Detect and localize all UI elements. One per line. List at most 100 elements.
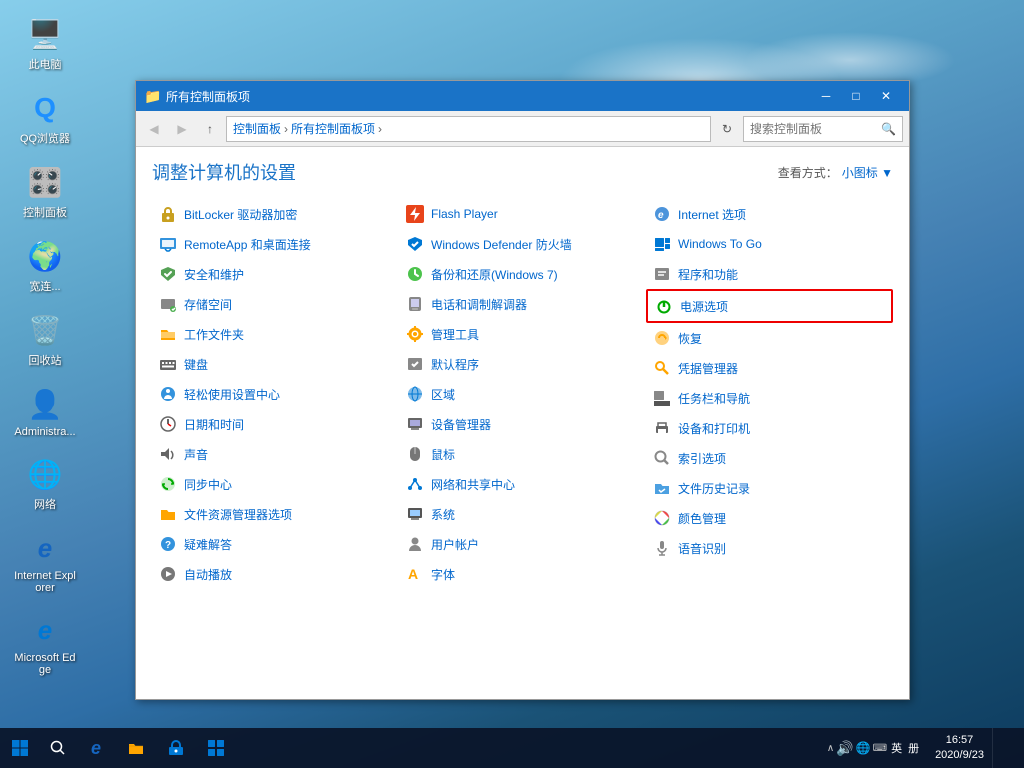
- tray-chevron[interactable]: ∧: [827, 743, 834, 754]
- cp-item-bitlocker[interactable]: BitLocker 驱动器加密: [152, 199, 399, 229]
- content-header: 调整计算机的设置 查看方式： 小图标 ▼: [152, 159, 893, 185]
- content-title: 调整计算机的设置: [152, 159, 296, 185]
- cp-item-user[interactable]: 用户帐户: [399, 529, 646, 559]
- forward-button[interactable]: ▶: [170, 117, 194, 141]
- desktop-icon-admin[interactable]: 👤 Administra...: [10, 380, 80, 442]
- mouse-label: 鼠标: [431, 446, 455, 463]
- desktop-icon-qq-browser[interactable]: Q QQ浏览器: [10, 84, 80, 150]
- cp-item-font[interactable]: A 字体: [399, 559, 646, 589]
- desktop-icon-broadband[interactable]: 🌍 宽连...: [10, 232, 80, 298]
- refresh-button[interactable]: ↻: [715, 117, 739, 141]
- breadcrumb-all-items[interactable]: 所有控制面板项: [291, 120, 375, 137]
- taskbar-icon: [652, 388, 672, 408]
- ie-label: Internet Explorer: [14, 570, 76, 594]
- keyboard-icon: [158, 354, 178, 374]
- breadcrumb-control-panel[interactable]: 控制面板: [233, 120, 281, 137]
- taskbar-icon-store[interactable]: [156, 728, 196, 768]
- phone-label: 电话和调制解调器: [431, 296, 527, 313]
- desktop: 🖥️ 此电脑 Q QQ浏览器 🎛️ 控制面板 🌍 宽连... 🗑️ 回收站 👤 …: [0, 0, 1024, 768]
- cp-item-fileexplorer[interactable]: 文件资源管理器选项: [152, 499, 399, 529]
- column-1: BitLocker 驱动器加密 RemoteApp 和桌面连接 安全和维护: [152, 199, 399, 589]
- cp-item-recovery[interactable]: 恢复: [646, 323, 893, 353]
- cp-item-keyboard[interactable]: 键盘: [152, 349, 399, 379]
- windows-icon: [11, 739, 29, 757]
- cp-item-mouse[interactable]: 鼠标: [399, 439, 646, 469]
- taskbar-icon-edge[interactable]: e: [76, 728, 116, 768]
- tray-network[interactable]: 🌐: [856, 741, 871, 755]
- cp-item-taskbar[interactable]: 任务栏和导航: [646, 383, 893, 413]
- taskbar-icon-cp[interactable]: [196, 728, 236, 768]
- cp-item-remoteapp[interactable]: RemoteApp 和桌面连接: [152, 229, 399, 259]
- view-value[interactable]: 小图标 ▼: [842, 164, 893, 181]
- tray-action[interactable]: ⌨: [873, 743, 887, 754]
- cp-item-workfolder[interactable]: 工作文件夹: [152, 319, 399, 349]
- cp-item-ease[interactable]: 轻松使用设置中心: [152, 379, 399, 409]
- cp-item-internet[interactable]: e Internet 选项: [646, 199, 893, 229]
- cp-item-sound[interactable]: 声音: [152, 439, 399, 469]
- taskbar-clock[interactable]: 16:57 2020/9/23: [927, 733, 992, 764]
- internet-label: Internet 选项: [678, 206, 746, 223]
- show-desktop-button[interactable]: [992, 728, 1020, 768]
- desktop-icon-this-pc[interactable]: 🖥️ 此电脑: [10, 10, 80, 76]
- cp-item-security[interactable]: 安全和维护: [152, 259, 399, 289]
- autoplay-icon: [158, 564, 178, 584]
- desktop-icon-control-panel[interactable]: 🎛️ 控制面板: [10, 158, 80, 224]
- troubleshoot-icon: ?: [158, 534, 178, 554]
- cp-item-system[interactable]: 系统: [399, 499, 646, 529]
- cp-item-autoplay[interactable]: 自动播放: [152, 559, 399, 589]
- cp-item-region[interactable]: 区域: [399, 379, 646, 409]
- cp-item-device[interactable]: 设备管理器: [399, 409, 646, 439]
- taskbar-search-button[interactable]: [40, 728, 76, 768]
- search-input[interactable]: [750, 122, 877, 136]
- cp-item-default[interactable]: 默认程序: [399, 349, 646, 379]
- windowsto-icon: [652, 234, 672, 254]
- start-button[interactable]: [0, 728, 40, 768]
- view-label: 查看方式：: [778, 164, 838, 181]
- cp-item-storage[interactable]: 存储空间: [152, 289, 399, 319]
- taskbar: e: [0, 728, 1024, 768]
- troubleshoot-label: 疑难解答: [184, 536, 232, 553]
- color-label: 颜色管理: [678, 510, 726, 527]
- cp-item-defender[interactable]: Windows Defender 防火墙: [399, 229, 646, 259]
- close-button[interactable]: ✕: [871, 81, 901, 111]
- taskbar-icon-explorer[interactable]: [116, 728, 156, 768]
- desktop-icon-network[interactable]: 🌐 网络: [10, 450, 80, 516]
- back-button[interactable]: ◀: [142, 117, 166, 141]
- cp-item-speech[interactable]: 语音识别: [646, 533, 893, 563]
- minimize-button[interactable]: ─: [811, 81, 841, 111]
- fileexplorer-label: 文件资源管理器选项: [184, 506, 292, 523]
- cp-item-indexing[interactable]: 索引选项: [646, 443, 893, 473]
- cp-item-filehistory[interactable]: 文件历史记录: [646, 473, 893, 503]
- cp-item-programs[interactable]: 程序和功能: [646, 259, 893, 289]
- column-2: Flash Player Windows Defender 防火墙 备份和还原(…: [399, 199, 646, 589]
- cp-item-datetime[interactable]: 日期和时间: [152, 409, 399, 439]
- tray-speaker[interactable]: 🔊: [836, 740, 853, 757]
- cp-item-devprint[interactable]: 设备和打印机: [646, 413, 893, 443]
- cp-item-windowsto[interactable]: Windows To Go: [646, 229, 893, 259]
- desktop-icon-edge[interactable]: e Microsoft Edge: [10, 606, 80, 680]
- cp-item-color[interactable]: 颜色管理: [646, 503, 893, 533]
- cp-item-network[interactable]: 网络和共享中心: [399, 469, 646, 499]
- cp-item-flash[interactable]: Flash Player: [399, 199, 646, 229]
- svg-text:?: ?: [165, 540, 171, 551]
- view-selector: 查看方式： 小图标 ▼: [778, 164, 893, 181]
- cp-item-manage[interactable]: 管理工具: [399, 319, 646, 349]
- cp-item-credential[interactable]: 凭据管理器: [646, 353, 893, 383]
- desktop-icon-recycle-bin[interactable]: 🗑️ 回收站: [10, 306, 80, 372]
- ease-label: 轻松使用设置中心: [184, 386, 280, 403]
- up-button[interactable]: ↑: [198, 117, 222, 141]
- search-box[interactable]: 🔍: [743, 116, 903, 142]
- cp-item-power[interactable]: 电源选项: [646, 289, 893, 323]
- cp-item-backup[interactable]: 备份和还原(Windows 7): [399, 259, 646, 289]
- tray-lang[interactable]: 英: [889, 740, 904, 756]
- desktop-icon-ie[interactable]: e Internet Explorer: [10, 524, 80, 598]
- search-icon: [50, 740, 66, 756]
- cp-item-sync[interactable]: 同步中心: [152, 469, 399, 499]
- sound-label: 声音: [184, 446, 208, 463]
- sync-icon: [158, 474, 178, 494]
- address-box[interactable]: 控制面板 › 所有控制面板项 ›: [226, 116, 711, 142]
- maximize-button[interactable]: □: [841, 81, 871, 111]
- tray-ime[interactable]: 册: [906, 740, 921, 756]
- cp-item-phone[interactable]: 电话和调制解调器: [399, 289, 646, 319]
- cp-item-troubleshoot[interactable]: ? 疑难解答: [152, 529, 399, 559]
